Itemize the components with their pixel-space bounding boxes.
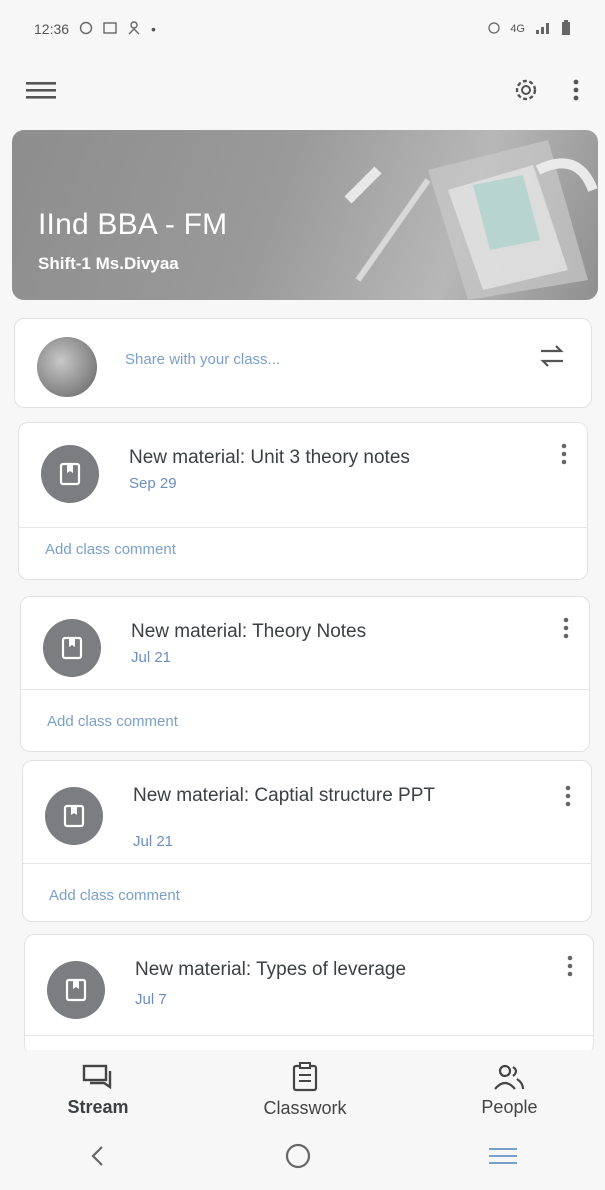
signal-icon xyxy=(535,21,551,37)
nav-people[interactable]: People xyxy=(481,1063,537,1118)
stream-post[interactable]: New material: Unit 3 theory notes Sep 29… xyxy=(18,422,588,580)
nav-stream-label: Stream xyxy=(67,1096,129,1117)
people-icon xyxy=(494,1064,525,1090)
post-date: Jul 21 xyxy=(133,833,174,850)
status-left: 12:36 • xyxy=(34,20,156,38)
whatsapp-icon xyxy=(79,21,93,38)
class-banner[interactable]: IInd BBA - FM Shift-1 Ms.Divyaa xyxy=(12,130,598,300)
avatar xyxy=(37,337,97,397)
add-comment-link[interactable]: Add class comment xyxy=(49,887,180,904)
app-bar xyxy=(0,58,605,122)
post-date: Jul 21 xyxy=(131,649,172,666)
stream-post[interactable]: New material: Theory Notes Jul 21 Add cl… xyxy=(20,596,590,752)
material-icon xyxy=(45,787,103,845)
post-date: Jul 7 xyxy=(135,991,167,1008)
post-title[interactable]: New material: Theory Notes xyxy=(131,619,531,644)
banner-illustration xyxy=(344,140,598,300)
repost-icon[interactable] xyxy=(537,341,567,376)
dot-icon: • xyxy=(151,21,156,37)
divider xyxy=(21,689,589,690)
more-vert-icon[interactable] xyxy=(561,443,567,470)
back-icon[interactable] xyxy=(88,1144,108,1173)
class-title: IInd BBA - FM xyxy=(38,208,228,241)
class-subtitle: Shift-1 Ms.Divyaa xyxy=(38,254,179,273)
more-vert-icon[interactable] xyxy=(567,955,573,982)
post-date: Sep 29 xyxy=(129,475,177,492)
add-comment-link[interactable]: Add class comment xyxy=(45,541,176,558)
add-comment-link[interactable]: Add class comment xyxy=(47,713,178,730)
material-icon xyxy=(47,961,105,1019)
stream-post[interactable]: New material: Types of leverage Jul 7 xyxy=(24,934,594,1054)
more-vert-icon[interactable] xyxy=(573,78,579,102)
system-navigation xyxy=(0,1130,605,1186)
person-icon xyxy=(127,20,141,38)
stream-post[interactable]: New material: Captial structure PPT Jul … xyxy=(22,760,592,922)
more-vert-icon[interactable] xyxy=(565,785,571,812)
gallery-icon xyxy=(103,21,117,37)
nav-classwork-label: Classwork xyxy=(263,1097,347,1118)
settings-gear-icon[interactable] xyxy=(511,75,541,105)
divider xyxy=(19,527,587,528)
status-right: 4G xyxy=(488,19,571,39)
menu-icon[interactable] xyxy=(26,80,56,100)
share-input[interactable]: Share with your class... xyxy=(125,351,280,368)
recent-apps-icon[interactable] xyxy=(488,1146,517,1171)
divider xyxy=(23,863,591,864)
material-icon xyxy=(43,619,101,677)
nav-classwork[interactable]: Classwork xyxy=(263,1061,347,1119)
bottom-navigation: Stream Classwork People xyxy=(0,1050,605,1130)
classwork-icon xyxy=(292,1061,318,1091)
battery-icon xyxy=(561,19,571,39)
nav-stream[interactable]: Stream xyxy=(67,1063,129,1118)
status-bar: 12:36 • 4G xyxy=(0,0,605,58)
share-card[interactable]: Share with your class... xyxy=(14,318,592,408)
status-time: 12:36 xyxy=(34,21,70,37)
divider xyxy=(25,1035,593,1036)
more-vert-icon[interactable] xyxy=(563,617,569,644)
post-title[interactable]: New material: Types of leverage xyxy=(135,957,535,982)
nav-people-label: People xyxy=(481,1096,538,1117)
material-icon xyxy=(41,445,99,503)
network-label: 4G xyxy=(510,23,525,35)
home-icon[interactable] xyxy=(284,1142,312,1175)
stream-icon xyxy=(82,1064,112,1089)
post-title[interactable]: New material: Captial structure PPT xyxy=(133,783,493,808)
alarm-icon xyxy=(488,21,500,37)
post-title[interactable]: New material: Unit 3 theory notes xyxy=(129,445,529,470)
